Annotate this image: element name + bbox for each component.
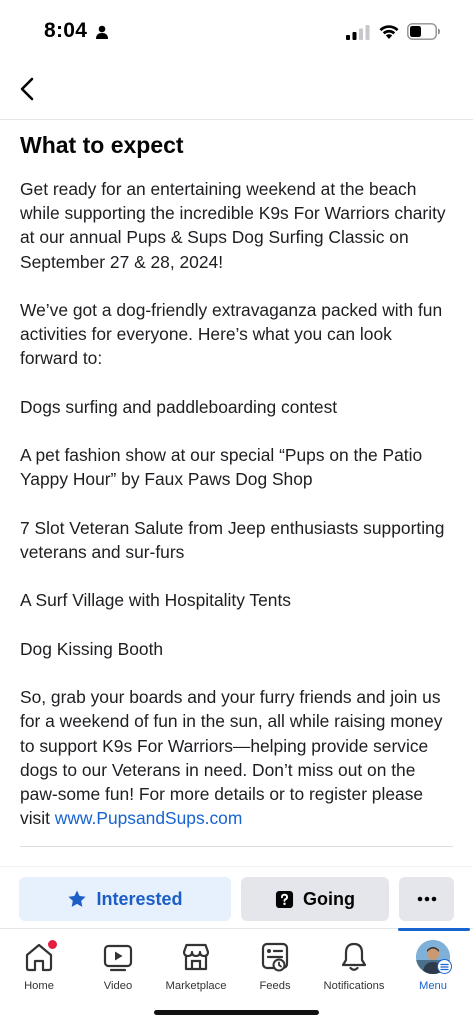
description-paragraph: Get ready for an entertaining weekend at… (20, 179, 446, 272)
section-title: What to expect (20, 132, 184, 158)
marketplace-icon (182, 943, 210, 971)
tab-notifications[interactable]: Notifications (314, 929, 394, 995)
video-icon (103, 944, 133, 972)
question-box-icon (275, 890, 294, 908)
activity-item: Dog Kissing Booth (20, 638, 164, 659)
battery-icon (407, 23, 440, 40)
interested-button[interactable]: Interested (19, 877, 231, 921)
status-bar: 8:04 (0, 0, 473, 62)
bell-icon (341, 942, 367, 971)
event-details: What to expect Get ready for an entertai… (0, 121, 473, 866)
tab-video[interactable]: Video (78, 929, 158, 995)
tab-marketplace[interactable]: Marketplace (156, 929, 236, 995)
tab-menu-label: Menu (419, 980, 447, 992)
tab-marketplace-label: Marketplace (165, 980, 227, 992)
interested-label: Interested (96, 888, 183, 909)
more-horizontal-icon (417, 896, 436, 902)
going-label: Going (303, 888, 355, 909)
top-nav (0, 62, 473, 120)
tab-video-label: Video (103, 980, 133, 992)
closing-paragraph: So, grab your boards and your furry frie… (20, 685, 453, 830)
tab-feeds[interactable]: Feeds (235, 929, 315, 995)
person-icon (96, 25, 108, 39)
wifi-icon (379, 25, 399, 39)
action-bar: Interested Going (0, 866, 473, 928)
event-description: Get ready for an entertaining weekend at… (20, 177, 453, 830)
activity-item: Dogs surfing and paddleboarding contest (20, 396, 338, 417)
home-indicator (154, 1010, 319, 1015)
tab-notifications-label: Notifications (323, 980, 385, 992)
tab-home[interactable]: Home (0, 929, 79, 995)
notification-dot (47, 939, 58, 950)
activity-item: 7 Slot Veteran Salute from Jeep enthusia… (20, 517, 445, 562)
event-website-link[interactable]: www.PupsandSups.com (55, 808, 243, 828)
status-time: 8:04 (44, 19, 88, 42)
tab-feeds-label: Feeds (259, 980, 291, 992)
more-options-button[interactable] (399, 877, 454, 921)
feeds-icon (261, 942, 289, 972)
going-button[interactable]: Going (241, 877, 389, 921)
tab-home-label: Home (24, 980, 54, 992)
star-icon (68, 890, 87, 907)
back-arrow-icon[interactable] (16, 74, 42, 104)
menu-hamburger-icon (437, 959, 452, 974)
description-paragraph: We’ve got a dog-friendly extravaganza pa… (20, 300, 443, 369)
section-divider (20, 846, 453, 847)
activity-item: A Surf Village with Hospitality Tents (20, 590, 291, 611)
activity-item: A pet fashion show at our special “Pups … (20, 445, 423, 490)
cellular-signal-icon (346, 25, 370, 40)
